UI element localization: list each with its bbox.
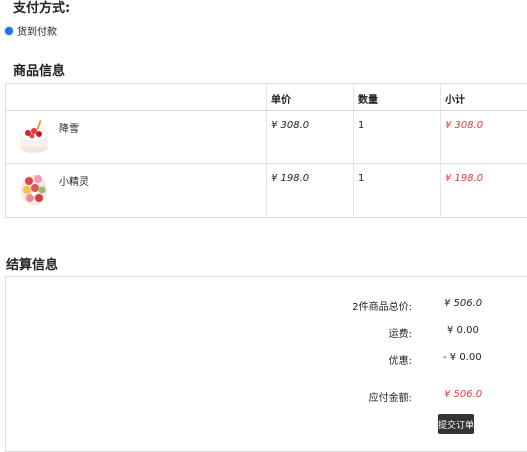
col-header-subtotal: 小计 [445, 95, 465, 106]
product-name[interactable]: 小精灵 [59, 173, 89, 188]
payment-option-cod[interactable]: 货到付款 [5, 23, 57, 38]
goods-table: 单价 数量 小计 降雪 ¥ 308.0 1 ¥ 308.0 小精灵 ¥ 198.… [5, 83, 527, 218]
col-header-price: 单价 [271, 95, 291, 106]
shipping-label: 运费: [388, 329, 412, 340]
product-subtotal: ¥ 198.0 [445, 173, 484, 184]
product-price: ¥ 198.0 [271, 173, 310, 184]
table-row: 小精灵 ¥ 198.0 1 ¥ 198.0 [6, 164, 527, 216]
product-price: ¥ 308.0 [271, 120, 310, 131]
product-qty: 1 [358, 120, 365, 131]
shipping-value: ¥ 0.00 [447, 325, 479, 336]
settlement-box: 2件商品总价: ¥ 506.0 运费: ¥ 0.00 优惠: - ¥ 0.00 … [5, 276, 527, 452]
total-label: 2件商品总价: [352, 302, 412, 313]
payment-option-label: 货到付款 [17, 27, 57, 38]
cake-strawberry-image[interactable] [18, 117, 50, 155]
settlement-section-title: 结算信息 [6, 258, 59, 273]
product-name[interactable]: 降雪 [59, 120, 79, 135]
col-header-qty: 数量 [358, 95, 378, 106]
goods-section-title: 商品信息 [13, 64, 66, 79]
payable-label: 应付金额: [368, 393, 412, 404]
cake-flowers-image[interactable] [18, 170, 50, 208]
total-value: ¥ 506.0 [444, 298, 483, 309]
table-row: 降雪 ¥ 308.0 1 ¥ 308.0 [6, 111, 527, 164]
payable-value: ¥ 506.0 [444, 389, 483, 400]
radio-selected-icon[interactable] [5, 26, 13, 35]
discount-value: - ¥ 0.00 [443, 352, 482, 363]
discount-label: 优惠: [388, 356, 412, 367]
product-qty: 1 [358, 173, 365, 184]
submit-order-button[interactable]: 提交订单 [438, 414, 474, 434]
product-subtotal: ¥ 308.0 [445, 120, 484, 131]
payment-method-title: 支付方式: [13, 1, 71, 16]
goods-table-header: 单价 数量 小计 [6, 84, 527, 111]
